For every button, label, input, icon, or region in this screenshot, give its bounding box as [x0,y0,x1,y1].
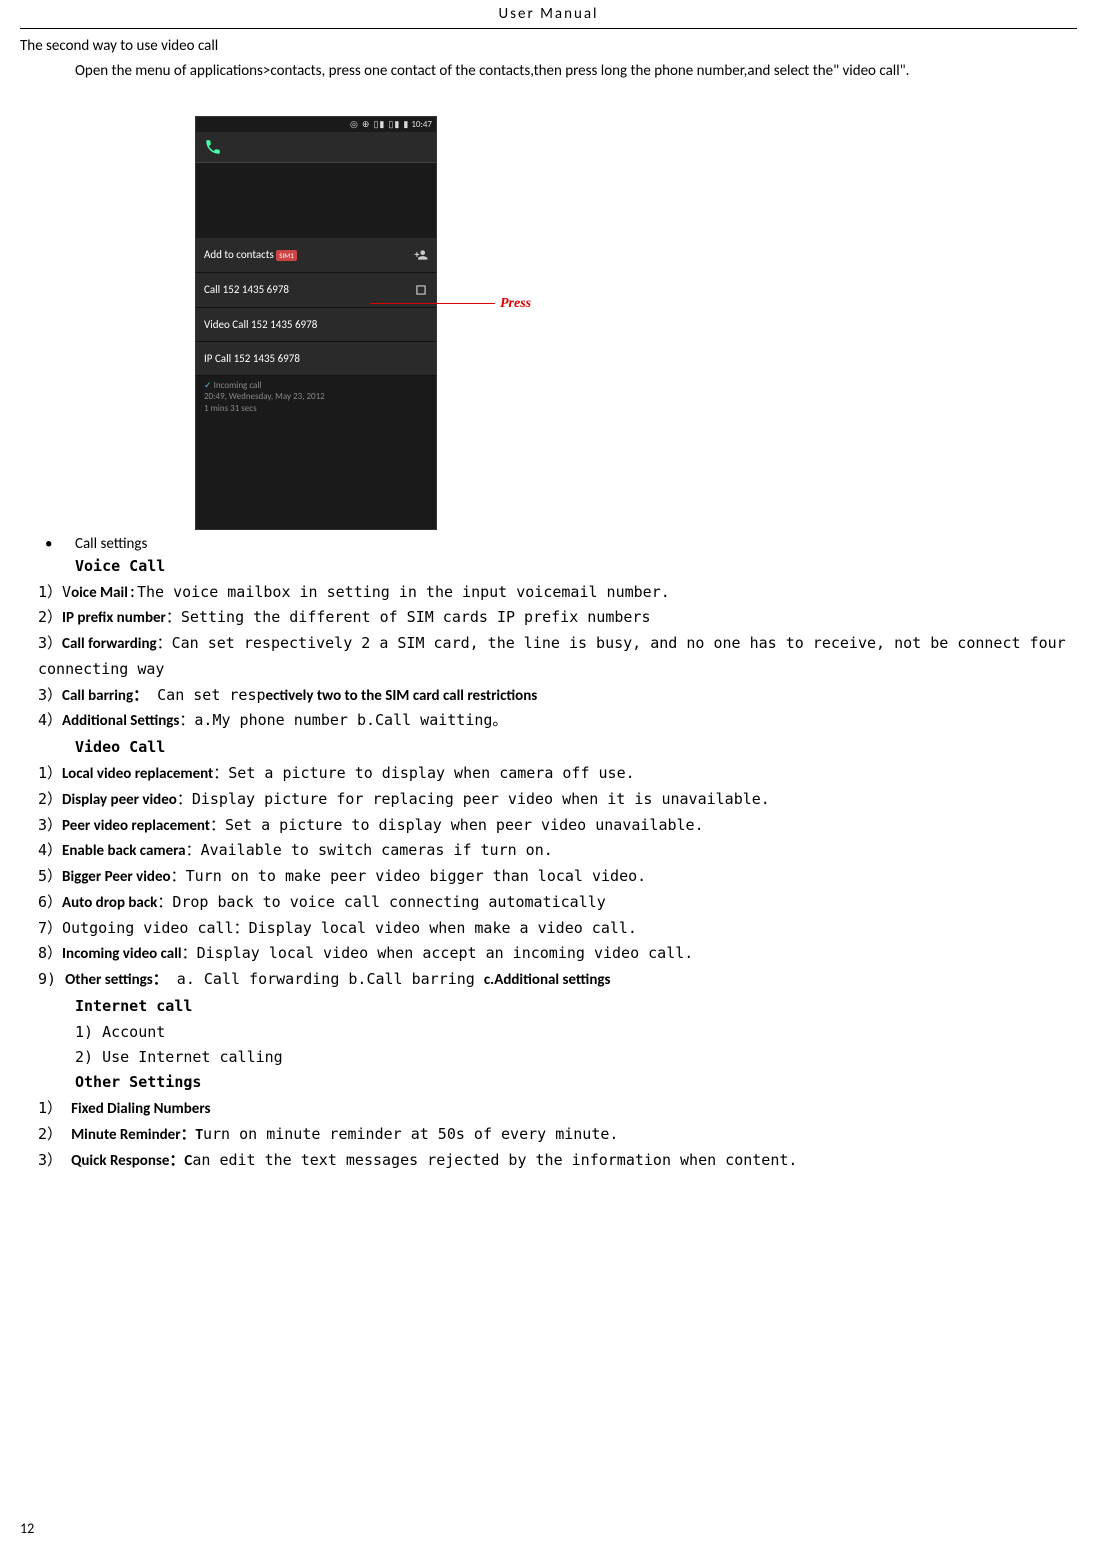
other-settings-item-2: 2） Minute Reminder：Turn on minute remind… [38,1122,1077,1148]
incoming-time: 20:49, Wednesday, May 23, 2012 [204,391,428,403]
call-row-label: Call 152 1435 6978 [204,283,289,296]
video-call-item-7: 7）Outgoing video call：Display local vide… [38,916,1077,942]
ip-call-row-label: IP Call 152 1435 6978 [204,352,300,365]
page-header-title: User Manual [20,0,1077,29]
call-settings-label: Call settings [75,535,147,553]
voice-call-item-2: 2）IP prefix number：Setting the different… [38,605,1077,631]
ip-call-row[interactable]: IP Call 152 1435 6978 [196,342,436,376]
intro-paragraph: Open the menu of applications>contacts, … [75,57,1077,86]
status-icons: ◎ ⊕ ▯▮ ▯▮ ▮ [350,119,409,130]
phone-icon [204,138,222,156]
incoming-call-info: ✓ Incoming call 20:49, Wednesday, May 23… [196,376,436,419]
video-call-item-5: 5）Bigger Peer video：Turn on to make peer… [38,864,1077,890]
incoming-check-icon: ✓ [204,380,212,391]
other-settings-item-1: 1） Fixed Dialing Numbers [38,1096,1077,1122]
call-settings-bullet: •Call settings [45,535,1077,553]
dial-area [196,163,436,238]
add-contact-icon [414,248,428,262]
internet-call-item-1: 1) Account [75,1020,1077,1045]
video-call-item-8: 8）Incoming video call：Display local vide… [38,941,1077,967]
video-call-row-label: Video Call 152 1435 6978 [204,318,317,331]
intro-heading: The second way to use video call [20,37,1077,55]
voice-call-item-1: 1）Voice Mail:The voice mailbox in settin… [38,580,1077,606]
voice-call-heading: Voice Call [75,553,1077,580]
incoming-label: Incoming call [214,380,262,391]
video-call-heading: Video Call [75,734,1077,761]
page-number: 12 [20,1520,34,1537]
video-call-item-9: 9) Other settings： a. Call forwarding b.… [38,967,1077,993]
video-call-item-4: 4）Enable back camera：Available to switch… [38,838,1077,864]
status-icons-time: ◎ ⊕ ▯▮ ▯▮ ▮ 10:47 [350,119,432,130]
other-settings-item-3: 3） Quick Response：Can edit the text mess… [38,1148,1077,1174]
sim-badge: SIM1 [276,250,297,261]
status-time: 10:47 [411,119,432,130]
video-call-item-2: 2）Display peer video：Display picture for… [38,787,1077,813]
other-settings-heading: Other Settings [75,1069,1077,1096]
video-call-item-1: 1）Local video replacement：Set a picture … [38,761,1077,787]
phone-screenshot-figure: ◎ ⊕ ▯▮ ▯▮ ▮ 10:47 Add to contacts SIM1 [195,116,695,530]
add-to-contacts-row[interactable]: Add to contacts SIM1 [196,238,436,273]
internet-call-heading: Internet call [75,993,1077,1020]
video-call-row[interactable]: Video Call 152 1435 6978 [196,308,436,342]
voice-call-item-3: 3）Call forwarding：Can set respectively 2… [38,631,1077,683]
internet-call-item-2: 2) Use Internet calling [75,1045,1077,1070]
phone-tab-row [196,132,436,163]
video-call-item-6: 6）Auto drop back：Drop back to voice call… [38,890,1077,916]
press-annotation-line [370,303,495,304]
voice-call-item-5: 4）Additional Settings：a.My phone number … [38,708,1077,734]
blank-area [196,419,436,529]
voice-call-item-4: 3）Call barring： Can set respectively two… [38,683,1077,709]
add-to-contacts-label: Add to contacts [204,248,274,261]
phone-screen: ◎ ⊕ ▯▮ ▯▮ ▮ 10:47 Add to contacts SIM1 [195,116,437,530]
video-call-item-3: 3）Peer video replacement：Set a picture t… [38,813,1077,839]
press-annotation: Press [500,296,531,312]
sim-card-icon [414,283,428,297]
status-bar: ◎ ⊕ ▯▮ ▯▮ ▮ 10:47 [196,117,436,132]
incoming-duration: 1 mins 31 secs [204,403,428,415]
bullet-dot-icon: • [45,535,75,553]
